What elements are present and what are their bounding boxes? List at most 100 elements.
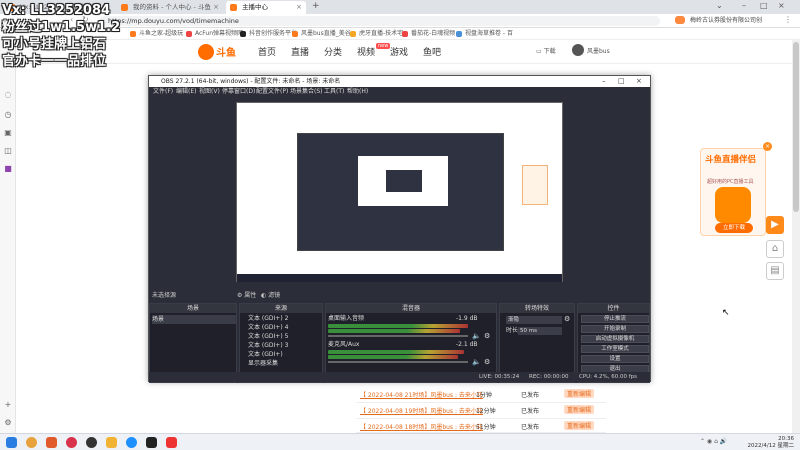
properties-button[interactable]: ⚙ 属性 <box>237 290 256 302</box>
chat-icon[interactable]: ◌ <box>3 90 13 100</box>
gear-icon[interactable]: ⚙ <box>564 315 570 323</box>
settings-icon[interactable]: ⚙ <box>3 418 13 428</box>
menu-docks[interactable]: 停靠窗口(D) <box>222 87 255 97</box>
bookmark-item[interactable]: 斗鱼之家-超级玩 <box>130 29 183 39</box>
mic-fader[interactable] <box>328 361 468 363</box>
studio-mode-button[interactable]: 工作室模式 <box>581 345 649 353</box>
edge-icon[interactable] <box>126 437 137 448</box>
source-item[interactable]: 文本 (GDI+) 5 <box>248 332 288 341</box>
row-action-button[interactable]: 重新编辑 <box>564 405 595 414</box>
ad-download-button[interactable]: 立即下载 <box>715 223 753 233</box>
history-icon[interactable]: ◷ <box>3 110 13 120</box>
nav-live[interactable]: 直播 <box>291 45 309 58</box>
row-action-button[interactable]: 重新编辑 <box>564 421 595 430</box>
transition-select[interactable]: 渐隐 <box>506 316 562 324</box>
douyu-logo[interactable]: 斗鱼 <box>198 43 244 61</box>
start-icon[interactable] <box>6 437 17 448</box>
settings-button[interactable]: 设置 <box>581 355 649 363</box>
page-scrollbar[interactable] <box>792 40 800 433</box>
desktop-audio-fader[interactable] <box>328 335 468 337</box>
obs-preview[interactable] <box>149 97 650 289</box>
play-icon[interactable]: ▶ <box>766 216 784 234</box>
minimize-icon[interactable]: – <box>742 1 746 10</box>
username[interactable]: 风墨bus <box>587 46 610 55</box>
bookmark-icon <box>130 31 136 37</box>
ad-close-icon[interactable]: × <box>763 142 772 151</box>
app-icon[interactable]: ■ <box>3 164 13 174</box>
menu-file[interactable]: 文件(F) <box>153 87 173 97</box>
minimize-icon[interactable]: – <box>602 76 606 87</box>
menu-edit[interactable]: 编辑(E) <box>176 87 196 97</box>
shopping-icon[interactable]: ◫ <box>3 146 13 156</box>
menu-scene-collection[interactable]: 场景集合(S) <box>290 87 323 97</box>
tab-2[interactable]: 我的资料 - 个人中心 - 斗鱼 × <box>117 1 223 14</box>
nav-yuba[interactable]: 鱼吧 <box>423 45 441 58</box>
transitions-dock: 转场特效 渐隐 时长 50 ms ⚙ <box>499 303 575 383</box>
extension-icon[interactable] <box>675 16 685 24</box>
new-tab-icon[interactable]: + <box>312 1 320 11</box>
obs-titlebar[interactable]: OBS 27.2.1 (64-bit, windows) - 配置文件: 未命名… <box>149 76 650 87</box>
app-icon[interactable] <box>46 437 57 448</box>
home-icon[interactable]: ⌂ <box>766 240 784 258</box>
tab-close-icon[interactable]: × <box>213 1 219 14</box>
source-item[interactable]: 显示器采集 <box>248 359 278 368</box>
row-title[interactable]: 【 2022-04-08 19时场】风墨bus : 去来小花 <box>360 406 483 415</box>
tab-search-icon[interactable]: ⌄ <box>716 1 723 10</box>
download-link[interactable]: ▭ 下载 <box>536 46 556 55</box>
download-ad[interactable]: 斗鱼直播伴侣 超好用的PC直播工具 立即下载 <box>700 148 766 236</box>
scene-item[interactable]: 场景 <box>152 315 236 324</box>
menu-profile[interactable]: 配置文件(P) <box>256 87 288 97</box>
tab-close-icon[interactable]: × <box>296 1 302 14</box>
nav-video[interactable]: 视频 <box>357 45 375 58</box>
bookmark-item[interactable]: 番茄花-白魂视频 <box>402 29 455 39</box>
bookmark-item[interactable]: 虎牙直播-技术宅 <box>350 29 403 39</box>
row-action-button[interactable]: 重新编辑 <box>564 389 595 398</box>
source-item[interactable]: 文本 (GDI+) 4 <box>248 323 288 332</box>
tab-3[interactable]: 主播中心 × <box>226 1 306 14</box>
avatar[interactable] <box>572 44 584 56</box>
tray-icons[interactable]: ⌃ ◉ ⌂ 🔊 <box>700 438 727 445</box>
app-icon[interactable] <box>166 437 177 448</box>
nav-category[interactable]: 分类 <box>324 45 342 58</box>
app-icon[interactable] <box>66 437 77 448</box>
add-icon[interactable]: + <box>3 400 13 410</box>
source-item[interactable]: 文本 (GDI+) 2 <box>248 314 288 323</box>
row-title[interactable]: 【 2022-04-08 21时场】风墨bus : 去来小花 <box>360 390 483 399</box>
speaker-icon[interactable]: 🔈 <box>472 358 481 366</box>
speaker-icon[interactable]: 🔈 <box>472 332 481 340</box>
menu-icon[interactable]: ⋮ <box>784 15 792 24</box>
nav-home[interactable]: 首页 <box>258 45 276 58</box>
app-icon[interactable] <box>106 437 117 448</box>
stop-stream-button[interactable]: 停止推流 <box>581 315 649 323</box>
gear-icon[interactable]: ⚙ <box>484 358 490 366</box>
collections-icon[interactable]: ▣ <box>3 128 13 138</box>
app-icon[interactable] <box>146 437 157 448</box>
virtual-camera-button[interactable]: 启动虚拟摄像机 <box>581 335 649 343</box>
bookmark-item[interactable]: 风墨bus直播_美谷 <box>292 29 351 39</box>
menu-help[interactable]: 帮助(H) <box>347 87 368 97</box>
explorer-icon[interactable] <box>26 437 37 448</box>
app-download-icon[interactable]: ▤ <box>766 262 784 280</box>
url-field[interactable]: https://mp.douyu.com/vod/timemachine <box>100 16 660 26</box>
close-window-icon[interactable]: × <box>778 1 785 10</box>
maximize-icon[interactable]: □ <box>618 76 625 87</box>
profile-label[interactable]: 梅岭古认券股份有限公司创 <box>690 15 762 24</box>
duration-input[interactable]: 50 ms <box>518 327 562 335</box>
start-recording-button[interactable]: 开始录制 <box>581 325 649 333</box>
source-item[interactable]: 文本 (GDI+) 3 <box>248 341 288 350</box>
obs-icon[interactable] <box>86 437 97 448</box>
menu-tools[interactable]: 工具(T) <box>324 87 344 97</box>
clock[interactable]: 20:36 2022/4/12 星期二 <box>738 436 794 450</box>
menu-view[interactable]: 视图(V) <box>199 87 220 97</box>
nav-game[interactable]: 游戏 <box>390 45 408 58</box>
bookmark-item[interactable]: 视盘海草推卷 - 百 <box>456 29 513 39</box>
bookmark-item[interactable]: AcFun弹幕视频网 <box>186 29 243 39</box>
bookmark-item[interactable]: 抖音创作服务平台 <box>240 29 297 39</box>
scrollbar-thumb[interactable] <box>793 42 799 212</box>
row-title[interactable]: 【 2022-04-08 18时场】风墨bus : 去来小花 <box>360 422 483 431</box>
source-item[interactable]: 文本 (GDI+) <box>248 350 283 359</box>
gear-icon[interactable]: ⚙ <box>484 332 490 340</box>
filters-button[interactable]: ◐ 滤镜 <box>261 290 280 302</box>
close-icon[interactable]: × <box>636 76 642 87</box>
maximize-icon[interactable]: □ <box>760 1 768 10</box>
